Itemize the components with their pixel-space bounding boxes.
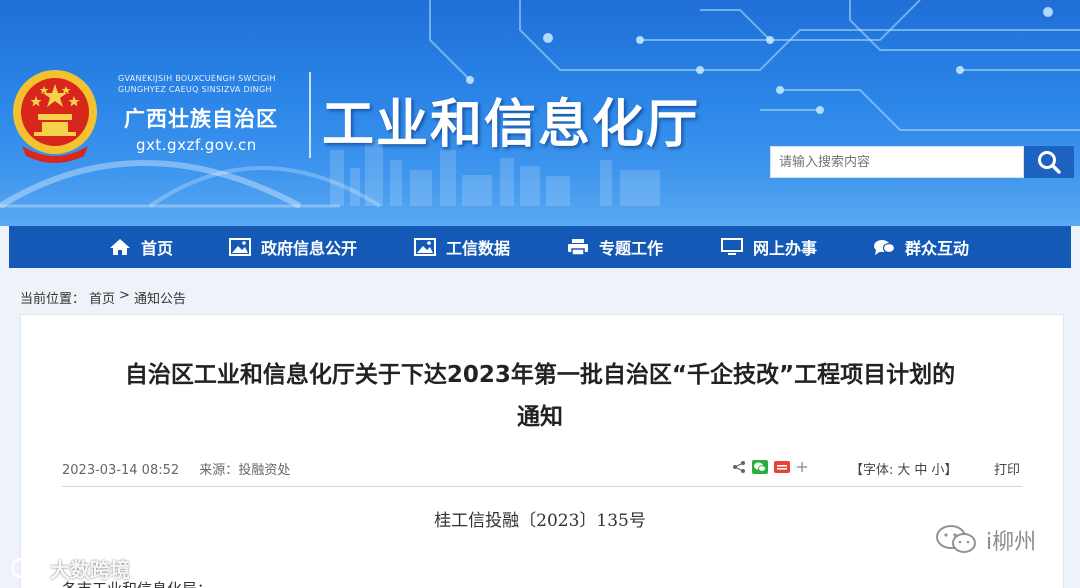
publish-date: 2023-03-14 08:52: [62, 463, 180, 478]
document-number: 桂工信投融〔2023〕135号: [434, 511, 646, 531]
breadcrumb-home-link[interactable]: 首页: [89, 288, 115, 307]
breadcrumb-current-link[interactable]: 通知公告: [134, 288, 186, 307]
wechat-icon[interactable]: [752, 460, 768, 474]
image-icon: [229, 238, 251, 256]
nav-item-online-service[interactable]: 网上办事: [721, 226, 817, 268]
article-title-line-2: 通知: [517, 404, 563, 430]
font-size-small[interactable]: 小: [931, 463, 944, 478]
nav-item-home[interactable]: 首页: [109, 226, 173, 268]
region-name: 广西壮族自治区: [124, 107, 278, 131]
search-input[interactable]: [770, 146, 1024, 178]
department-title: 工业和信息化厅: [322, 94, 701, 155]
watermark-right-text: i柳州: [986, 530, 1037, 555]
nav-label: 首页: [141, 239, 174, 258]
nav-label: 政府信息公开: [261, 239, 358, 258]
plus-icon[interactable]: [796, 461, 808, 473]
article-meta: 2023-03-14 08:52 来源：投融资处: [62, 459, 290, 478]
share-tools: [732, 456, 808, 478]
font-size-switcher: 【字体: 大中小】: [850, 459, 957, 478]
search-button[interactable]: [1024, 146, 1074, 178]
watermark-right: i柳州: [934, 524, 1036, 556]
print-link[interactable]: 打印: [994, 459, 1020, 478]
site-name-transliteration: GVANEKIJSIH BOUXCUENGH SWCIGIH GUNGHYEZ …: [118, 74, 276, 95]
toutiao-icon[interactable]: [774, 460, 790, 474]
site-domain: gxt.gxzf.gov.cn: [136, 136, 257, 154]
monitor-icon: [721, 238, 743, 255]
article-title-line-1: 自治区工业和信息化厅关于下达2023年第一批自治区“千企技改”工程项目计划的: [124, 362, 956, 388]
nav-label: 专题工作: [599, 239, 664, 258]
watermark-left-text: 大数跨境: [50, 558, 130, 582]
transliteration-line-1: GVANEKIJSIH BOUXCUENGH SWCIGIH: [118, 74, 276, 83]
search-icon: [1038, 151, 1061, 174]
font-size-prefix: 【字体:: [850, 463, 894, 478]
main-nav: 首页 政府信息公开 工信数据 专题工作 网上办事 群众互动: [9, 226, 1071, 268]
home-icon: [110, 239, 130, 255]
printer-icon: [568, 239, 588, 256]
nav-label: 群众互动: [905, 239, 970, 258]
source-label: 来源：: [199, 463, 239, 478]
article-title: 自治区工业和信息化厅关于下达2023年第一批自治区“千企技改”工程项目计划的 通…: [40, 354, 1040, 438]
watermark-logo-icon: [10, 557, 44, 578]
source-value: 投融资处: [238, 463, 291, 478]
transliteration-line-2: GUNGHYEZ CAEUQ SINSIZVA DINGH: [118, 84, 272, 94]
font-size-large[interactable]: 大: [897, 463, 910, 478]
wechat-watermark-icon: [936, 525, 976, 553]
image-icon: [414, 238, 436, 256]
nav-item-public-interaction[interactable]: 群众互动: [873, 226, 969, 268]
watermark-left: 大数跨境: [10, 554, 130, 583]
site-header: GVANEKIJSIH BOUXCUENGH SWCIGIH GUNGHYEZ …: [0, 0, 1080, 226]
nav-item-special-work[interactable]: 专题工作: [567, 226, 663, 268]
font-size-suffix: 】: [944, 463, 958, 478]
national-emblem-icon: [13, 70, 97, 163]
nav-item-industry-data[interactable]: 工信数据: [414, 226, 510, 268]
breadcrumb-prefix: 当前位置：: [20, 292, 86, 307]
meta-divider: [62, 486, 1022, 487]
breadcrumb-separator: >: [119, 288, 130, 303]
font-size-medium[interactable]: 中: [914, 463, 927, 478]
nav-label: 工信数据: [446, 239, 511, 258]
nav-item-gov-info[interactable]: 政府信息公开: [229, 226, 357, 268]
breadcrumb: 当前位置： 首页 > 通知公告: [20, 288, 186, 307]
chat-icon: [874, 240, 895, 255]
header-divider: [309, 72, 311, 158]
nav-label: 网上办事: [753, 239, 818, 258]
share-icon[interactable]: [732, 460, 746, 474]
